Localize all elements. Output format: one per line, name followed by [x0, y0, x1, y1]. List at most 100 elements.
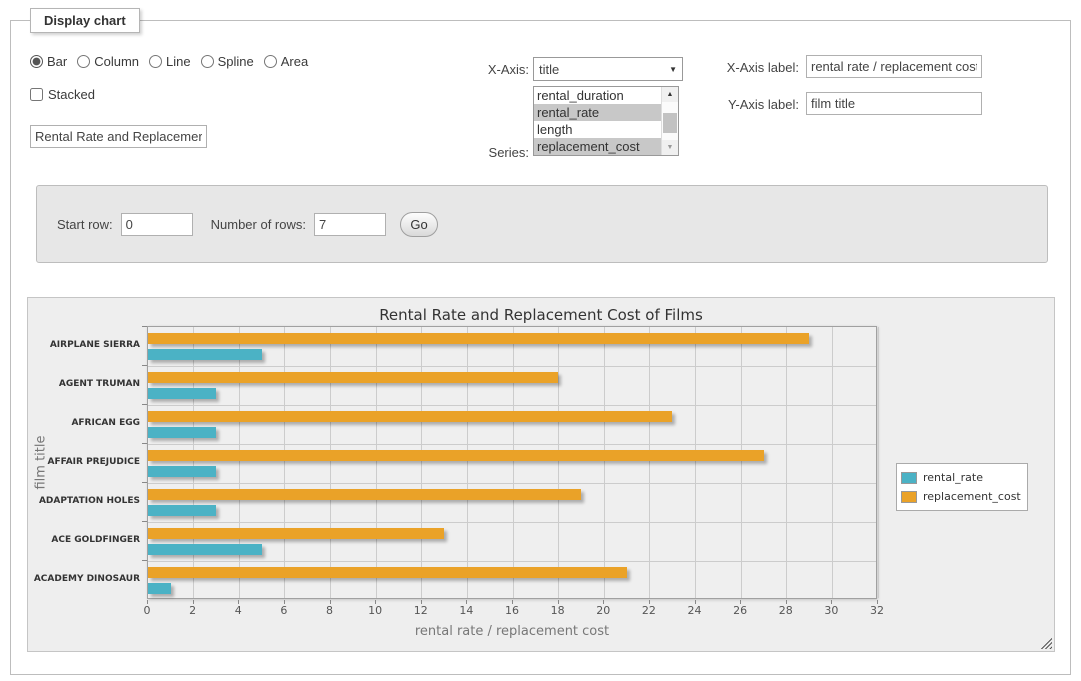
y-tick-mark [142, 443, 147, 444]
resize-handle-icon[interactable] [1040, 637, 1052, 649]
scroll-up-icon[interactable]: ▲ [662, 87, 678, 102]
x-axis-title: rental rate / replacement cost [147, 624, 877, 639]
bar-replacement-cost [148, 489, 581, 500]
category-label: AFRICAN EGG [28, 404, 140, 443]
chart-type-options: Bar Column Line Spline Area [30, 54, 308, 69]
chart-title-input[interactable] [30, 125, 207, 148]
scrollbar-track[interactable] [662, 102, 678, 140]
y-tick-mark [142, 326, 147, 327]
x-axis-select-label: X-Axis: [451, 62, 529, 77]
legend-entry-replacement_cost: replacement_cost [901, 487, 1021, 506]
category-label: ADAPTATION HOLES [28, 482, 140, 521]
category-label: AGENT TRUMAN [28, 365, 140, 404]
rows-panel: Start row: Number of rows: Go [36, 185, 1048, 263]
gridline-vertical [832, 327, 833, 598]
chart-type-option-bar[interactable]: Bar [30, 54, 67, 69]
bar-replacement-cost [148, 450, 764, 461]
x-tick-label: 18 [543, 604, 573, 617]
series-option-length[interactable]: length [534, 121, 661, 138]
num-rows-input[interactable] [314, 213, 386, 236]
gridline-vertical [604, 327, 605, 598]
radio-area[interactable] [264, 55, 277, 68]
start-row-input[interactable] [121, 213, 193, 236]
gridline-horizontal [148, 405, 876, 406]
bar-replacement-cost [148, 528, 444, 539]
radio-spline[interactable] [201, 55, 214, 68]
gridline-vertical [558, 327, 559, 598]
go-button[interactable]: Go [400, 212, 438, 237]
gridline-horizontal [148, 366, 876, 367]
x-tick-label: 32 [862, 604, 892, 617]
category-label: ACADEMY DINOSAUR [28, 560, 140, 599]
chart-type-option-area[interactable]: Area [264, 54, 308, 69]
gridline-vertical [786, 327, 787, 598]
scroll-down-icon[interactable]: ▼ [662, 140, 678, 155]
gridline-vertical [421, 327, 422, 598]
bar-rental-rate [148, 466, 216, 477]
radio-label: Column [94, 54, 139, 69]
x-tick-label: 14 [451, 604, 481, 617]
gridline-vertical [467, 327, 468, 598]
x-axis-selected-value: title [539, 62, 669, 77]
radio-label: Bar [47, 54, 67, 69]
chevron-down-icon: ▼ [669, 65, 677, 74]
x-tick-label: 28 [771, 604, 801, 617]
gridline-vertical [239, 327, 240, 598]
x-tick-label: 8 [315, 604, 345, 617]
x-axis-label-input[interactable] [806, 55, 982, 78]
series-listbox-label: Series: [451, 145, 529, 160]
series-option-replacement_cost[interactable]: replacement_cost [534, 138, 661, 155]
display-chart-fieldset: Display chart BarColumnLineSplineArea St… [10, 20, 1071, 675]
bar-rental-rate [148, 427, 216, 438]
legend-swatch-replacement_cost [901, 491, 917, 503]
stacked-option[interactable]: Stacked [30, 87, 95, 102]
radio-label: Spline [218, 54, 254, 69]
scrollbar[interactable]: ▲ ▼ [661, 87, 678, 155]
bar-replacement-cost [148, 333, 809, 344]
chart-type-option-column[interactable]: Column [77, 54, 139, 69]
chart-title: Rental Rate and Replacement Cost of Film… [28, 306, 1054, 324]
gridline-vertical [878, 327, 879, 598]
y-tick-mark [142, 365, 147, 366]
x-tick-label: 24 [680, 604, 710, 617]
chart-type-option-line[interactable]: Line [149, 54, 191, 69]
gridline-vertical [695, 327, 696, 598]
series-option-rental_rate[interactable]: rental_rate [534, 104, 661, 121]
x-tick-label: 20 [588, 604, 618, 617]
category-label: AFFAIR PREJUDICE [28, 443, 140, 482]
x-tick-label: 16 [497, 604, 527, 617]
radio-column[interactable] [77, 55, 90, 68]
x-axis-select[interactable]: title ▼ [533, 57, 683, 81]
stacked-checkbox[interactable] [30, 88, 43, 101]
y-axis-label-input[interactable] [806, 92, 982, 115]
gridline-horizontal [148, 444, 876, 445]
bar-rental-rate [148, 388, 216, 399]
start-row-label: Start row: [57, 217, 113, 232]
x-tick-label: 30 [816, 604, 846, 617]
series-list-items: rental_durationrental_ratelengthreplacem… [534, 87, 661, 155]
series-option-rental_duration[interactable]: rental_duration [534, 87, 661, 104]
bar-rental-rate [148, 349, 262, 360]
y-tick-mark [142, 482, 147, 483]
legend-label: rental_rate [923, 471, 983, 484]
gridline-vertical [513, 327, 514, 598]
chart-type-option-spline[interactable]: Spline [201, 54, 254, 69]
chart-legend: rental_rate replacement_cost [896, 463, 1028, 511]
x-tick-label: 10 [360, 604, 390, 617]
series-listbox[interactable]: rental_durationrental_ratelengthreplacem… [533, 86, 679, 156]
stacked-label: Stacked [48, 87, 95, 102]
bar-replacement-cost [148, 567, 627, 578]
x-tick-label: 0 [132, 604, 162, 617]
num-rows-label: Number of rows: [211, 217, 306, 232]
y-tick-mark [142, 560, 147, 561]
bar-replacement-cost [148, 372, 558, 383]
bar-rental-rate [148, 583, 171, 594]
radio-label: Line [166, 54, 191, 69]
category-label: AIRPLANE SIERRA [28, 326, 140, 365]
y-tick-mark [142, 521, 147, 522]
radio-label: Area [281, 54, 308, 69]
gridline-horizontal [148, 561, 876, 562]
scrollbar-thumb[interactable] [663, 113, 677, 133]
radio-line[interactable] [149, 55, 162, 68]
radio-bar[interactable] [30, 55, 43, 68]
